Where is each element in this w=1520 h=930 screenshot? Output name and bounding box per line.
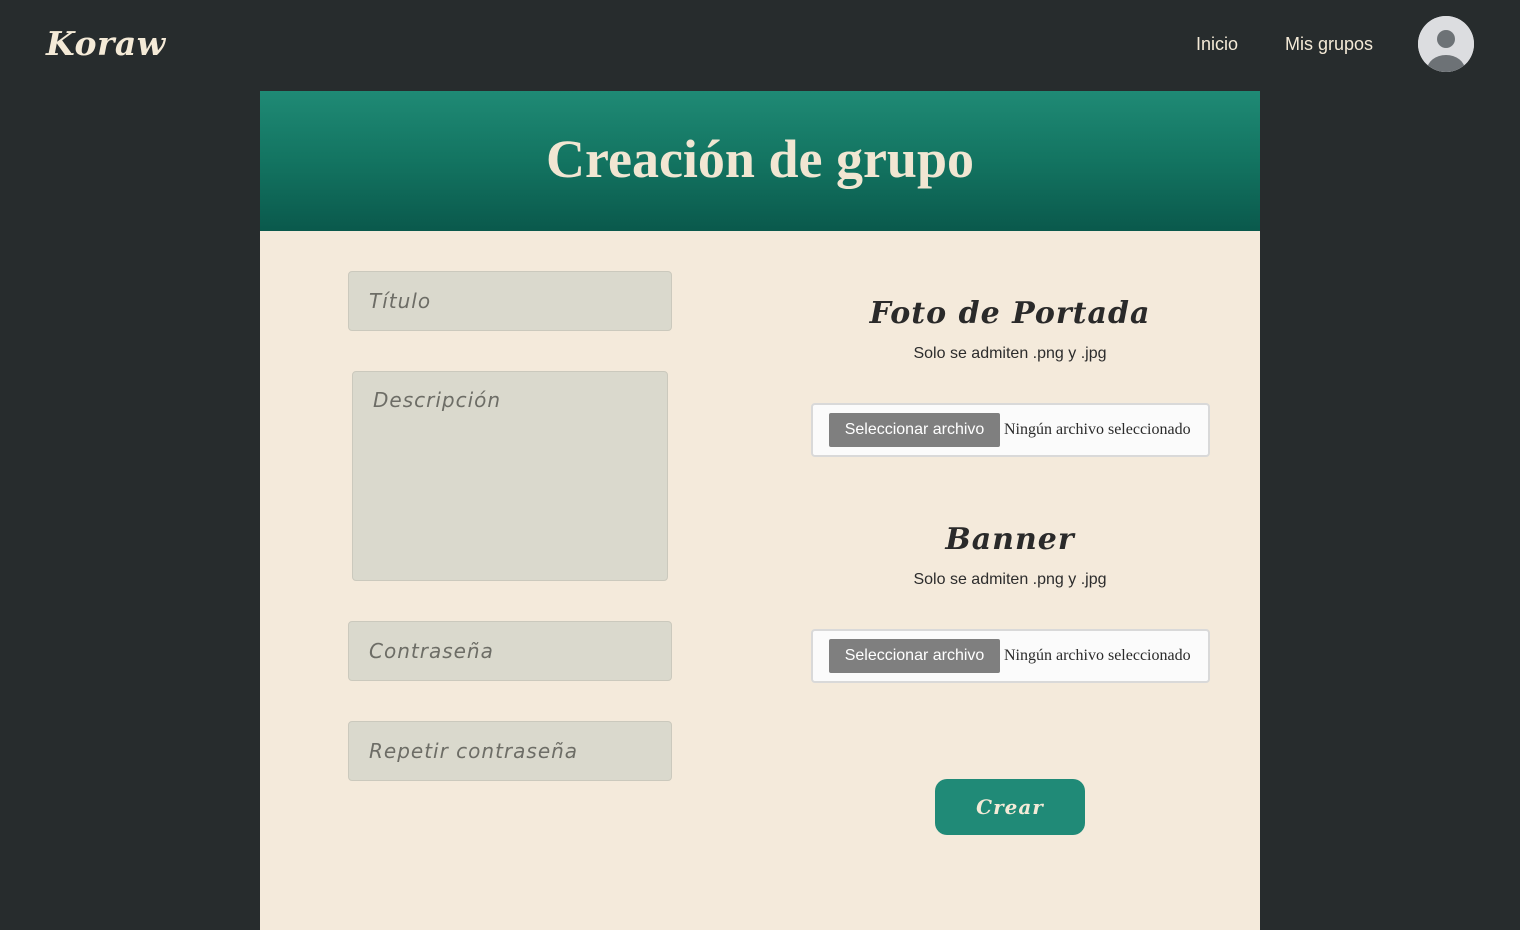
- nav-link-mis-grupos[interactable]: Mis grupos: [1285, 32, 1373, 56]
- user-avatar-icon: [1418, 16, 1474, 72]
- create-button[interactable]: Crear: [935, 779, 1085, 835]
- nav-link-inicio[interactable]: Inicio: [1196, 32, 1238, 56]
- password-input[interactable]: [348, 621, 672, 681]
- user-avatar[interactable]: [1418, 16, 1474, 72]
- banner-file-status: Ningún archivo seleccionado: [1004, 647, 1191, 664]
- top-navbar: Koraw Inicio Mis grupos: [0, 0, 1520, 91]
- banner-select-button[interactable]: Seleccionar archivo: [829, 639, 1000, 673]
- cover-photo-heading: Foto de Portada: [869, 296, 1151, 331]
- page-title: Creación de grupo: [546, 129, 974, 189]
- title-input[interactable]: [348, 271, 672, 331]
- banner-file-input[interactable]: Seleccionar archivo Ningún archivo selec…: [811, 629, 1210, 683]
- cover-photo-select-button[interactable]: Seleccionar archivo: [829, 413, 1000, 447]
- banner-note: Solo se admiten .png y .jpg: [913, 571, 1107, 588]
- cover-photo-note: Solo se admiten .png y .jpg: [913, 345, 1107, 362]
- card-header: Creación de grupo: [260, 91, 1260, 231]
- description-textarea[interactable]: [352, 371, 668, 581]
- repeat-password-input[interactable]: [348, 721, 672, 781]
- cover-photo-file-input[interactable]: Seleccionar archivo Ningún archivo selec…: [811, 403, 1210, 457]
- cover-photo-file-status: Ningún archivo seleccionado: [1004, 421, 1191, 438]
- banner-heading: Banner: [945, 522, 1075, 557]
- app-logo[interactable]: Koraw: [46, 22, 166, 66]
- create-group-card: Creación de grupo Foto de Portada Solo s…: [260, 91, 1260, 930]
